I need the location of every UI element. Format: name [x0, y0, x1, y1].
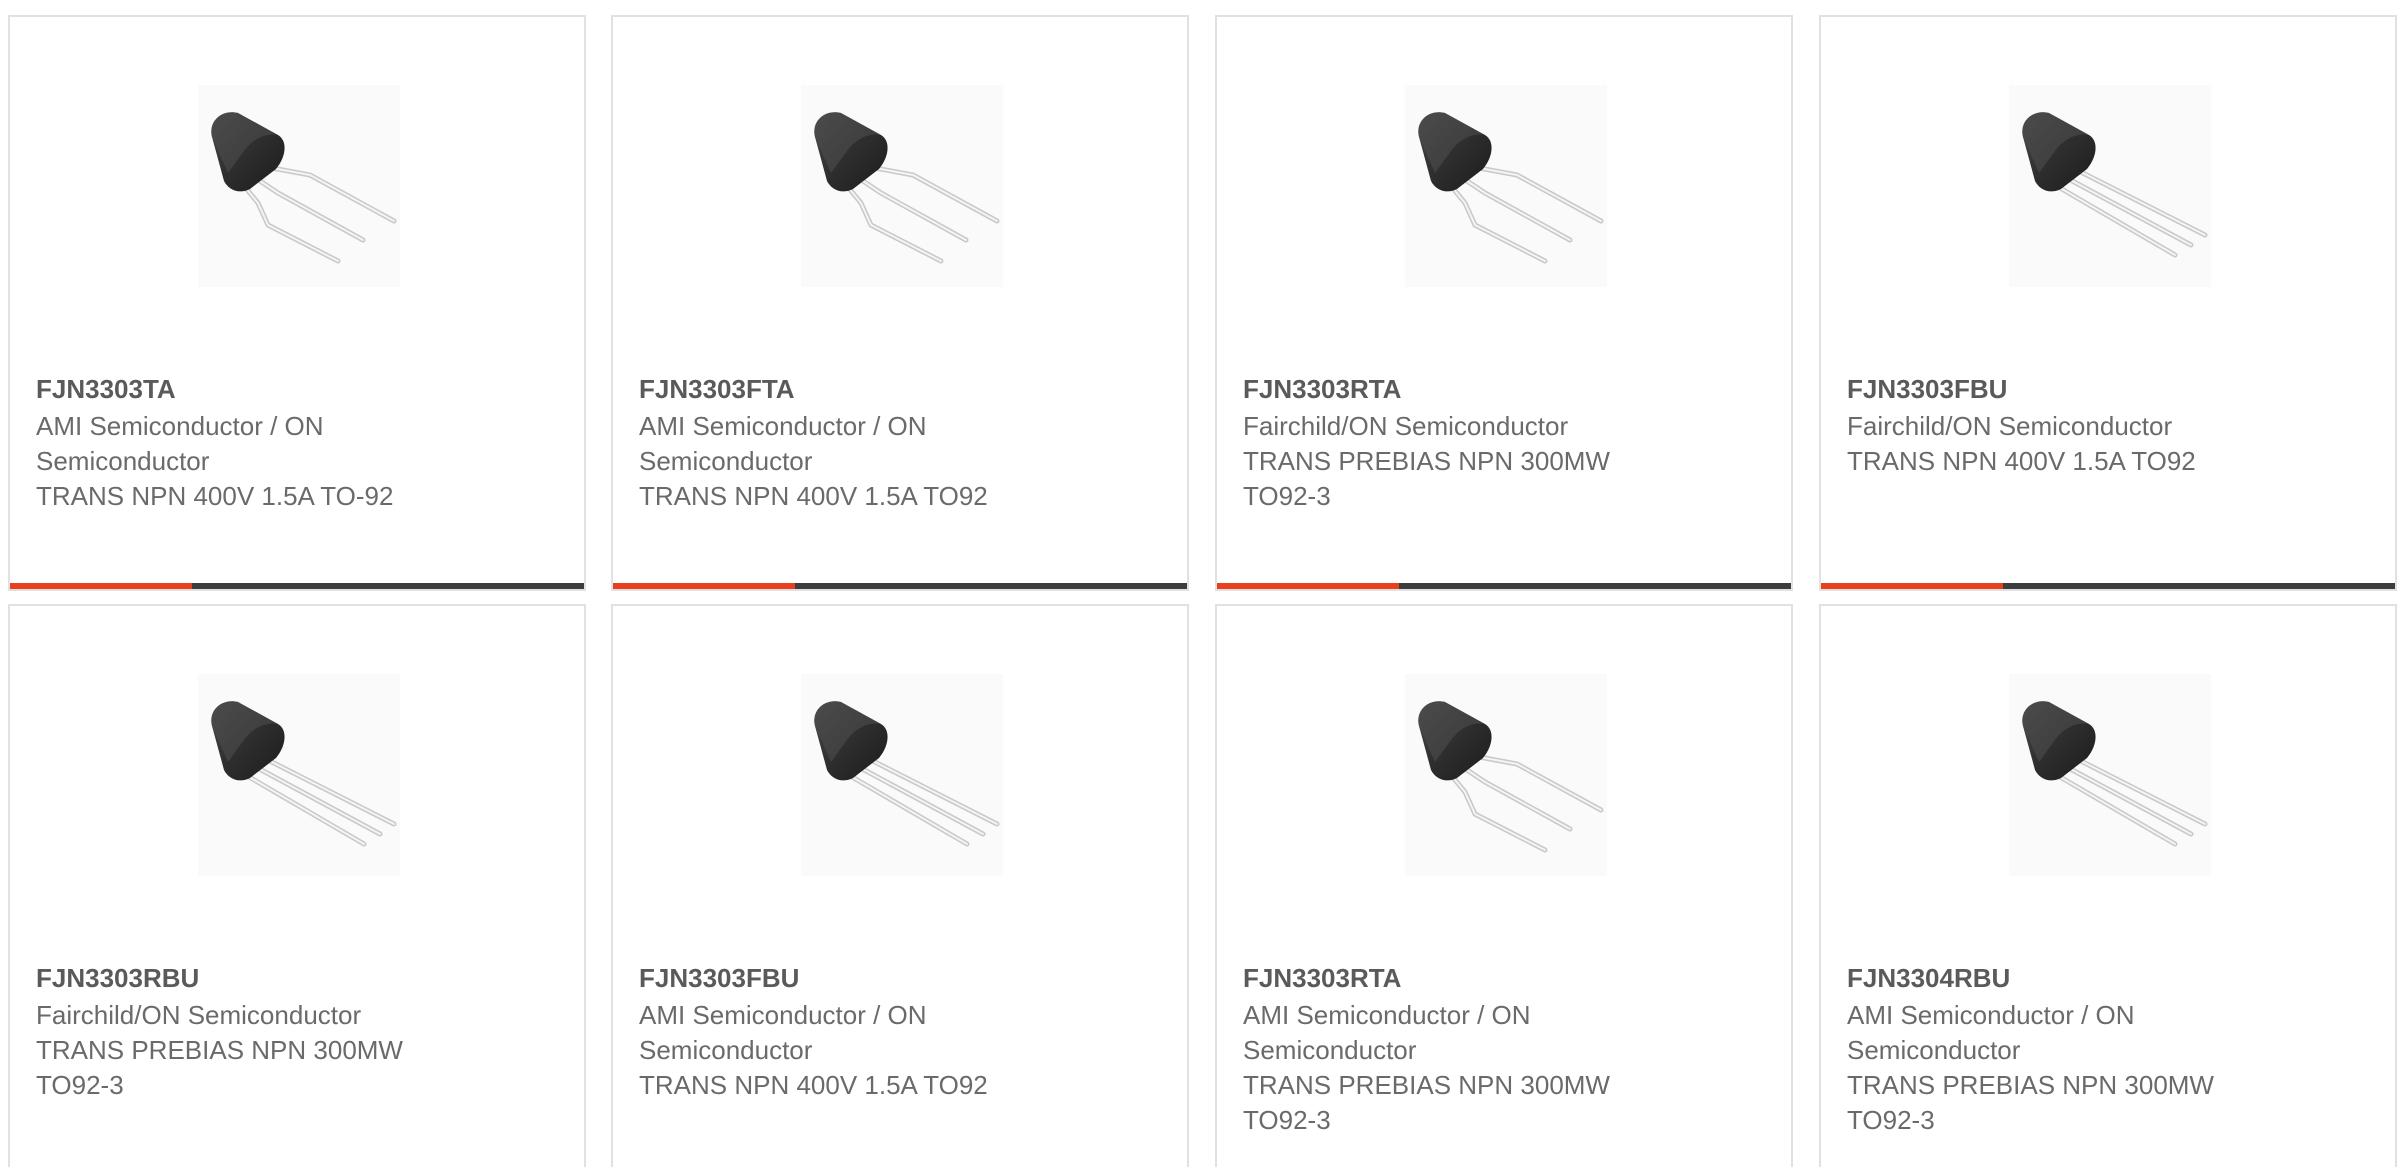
description-label: TRANS NPN 400V 1.5A TO92 — [639, 481, 988, 511]
product-card[interactable]: FJN3303RTA AMI Semiconductor / ON Semico… — [1215, 604, 1793, 1167]
transistor-image[interactable] — [2009, 674, 2211, 876]
description-label: TRANS PREBIAS NPN 300MW TO92-3 — [1243, 446, 1610, 511]
to92-transistor-icon — [198, 85, 400, 287]
card-bottom-bar — [1821, 583, 2395, 589]
manufacturer-label: AMI Semiconductor / ON Semiconductor — [639, 1000, 927, 1065]
product-info: FJN3303RTA Fairchild/ON Semiconductor TR… — [1243, 369, 1765, 514]
to92-transistor-icon — [801, 85, 1003, 287]
to92-transistor-icon — [1405, 85, 1607, 287]
product-info: FJN3304RBU AMI Semiconductor / ON Semico… — [1847, 958, 2369, 1138]
product-info: FJN3303RTA AMI Semiconductor / ON Semico… — [1243, 958, 1765, 1138]
manufacturer-label: Fairchild/ON Semiconductor — [36, 1000, 362, 1030]
transistor-image[interactable] — [1405, 674, 1607, 876]
transistor-image[interactable] — [2009, 85, 2211, 287]
transistor-image[interactable] — [198, 85, 400, 287]
description-label: TRANS NPN 400V 1.5A TO-92 — [36, 481, 394, 511]
card-bottom-bar — [10, 583, 584, 589]
product-info: FJN3303FBU AMI Semiconductor / ON Semico… — [639, 958, 1161, 1103]
product-grid: FJN3303TA AMI Semiconductor / ON Semicon… — [0, 0, 2400, 1167]
description-label: TRANS NPN 400V 1.5A TO92 — [639, 1070, 988, 1100]
manufacturer-label: AMI Semiconductor / ON Semiconductor — [36, 411, 324, 476]
part-number-link[interactable]: FJN3303RBU — [36, 958, 558, 998]
product-card[interactable]: FJN3304RBU AMI Semiconductor / ON Semico… — [1819, 604, 2397, 1167]
transistor-image[interactable] — [801, 674, 1003, 876]
product-info: FJN3303FTA AMI Semiconductor / ON Semico… — [639, 369, 1161, 514]
transistor-image[interactable] — [1405, 85, 1607, 287]
product-card[interactable]: FJN3303RTA Fairchild/ON Semiconductor TR… — [1215, 15, 1793, 591]
transistor-image[interactable] — [198, 674, 400, 876]
manufacturer-label: Fairchild/ON Semiconductor — [1243, 411, 1569, 441]
product-card[interactable]: FJN3303FBU Fairchild/ON Semiconductor TR… — [1819, 15, 2397, 591]
description-label: TRANS NPN 400V 1.5A TO92 — [1847, 446, 2196, 476]
description-label: TRANS PREBIAS NPN 300MW TO92-3 — [36, 1035, 403, 1100]
to92-transistor-icon — [2009, 85, 2211, 287]
part-number-link[interactable]: FJN3303FBU — [639, 958, 1161, 998]
manufacturer-label: AMI Semiconductor / ON Semiconductor — [1243, 1000, 1531, 1065]
part-number-link[interactable]: FJN3303RTA — [1243, 958, 1765, 998]
card-accent-bar — [1217, 583, 1399, 589]
manufacturer-label: AMI Semiconductor / ON Semiconductor — [639, 411, 927, 476]
product-card[interactable]: FJN3303FTA AMI Semiconductor / ON Semico… — [611, 15, 1189, 591]
part-number-link[interactable]: FJN3304RBU — [1847, 958, 2369, 998]
product-info: FJN3303TA AMI Semiconductor / ON Semicon… — [36, 369, 558, 514]
part-number-link[interactable]: FJN3303TA — [36, 369, 558, 409]
card-bottom-bar — [1217, 583, 1791, 589]
product-card[interactable]: FJN3303RBU Fairchild/ON Semiconductor TR… — [8, 604, 586, 1167]
part-number-link[interactable]: FJN3303RTA — [1243, 369, 1765, 409]
card-accent-bar — [1821, 583, 2003, 589]
to92-transistor-icon — [198, 674, 400, 876]
to92-transistor-icon — [2009, 674, 2211, 876]
manufacturer-label: AMI Semiconductor / ON Semiconductor — [1847, 1000, 2135, 1065]
part-number-link[interactable]: FJN3303FBU — [1847, 369, 2369, 409]
product-card[interactable]: FJN3303TA AMI Semiconductor / ON Semicon… — [8, 15, 586, 591]
part-number-link[interactable]: FJN3303FTA — [639, 369, 1161, 409]
description-label: TRANS PREBIAS NPN 300MW TO92-3 — [1847, 1070, 2214, 1135]
product-info: FJN3303FBU Fairchild/ON Semiconductor TR… — [1847, 369, 2369, 479]
product-info: FJN3303RBU Fairchild/ON Semiconductor TR… — [36, 958, 558, 1103]
to92-transistor-icon — [801, 674, 1003, 876]
card-bottom-bar — [613, 583, 1187, 589]
manufacturer-label: Fairchild/ON Semiconductor — [1847, 411, 2173, 441]
product-card[interactable]: FJN3303FBU AMI Semiconductor / ON Semico… — [611, 604, 1189, 1167]
transistor-image[interactable] — [801, 85, 1003, 287]
card-accent-bar — [10, 583, 192, 589]
card-accent-bar — [613, 583, 795, 589]
description-label: TRANS PREBIAS NPN 300MW TO92-3 — [1243, 1070, 1610, 1135]
to92-transistor-icon — [1405, 674, 1607, 876]
